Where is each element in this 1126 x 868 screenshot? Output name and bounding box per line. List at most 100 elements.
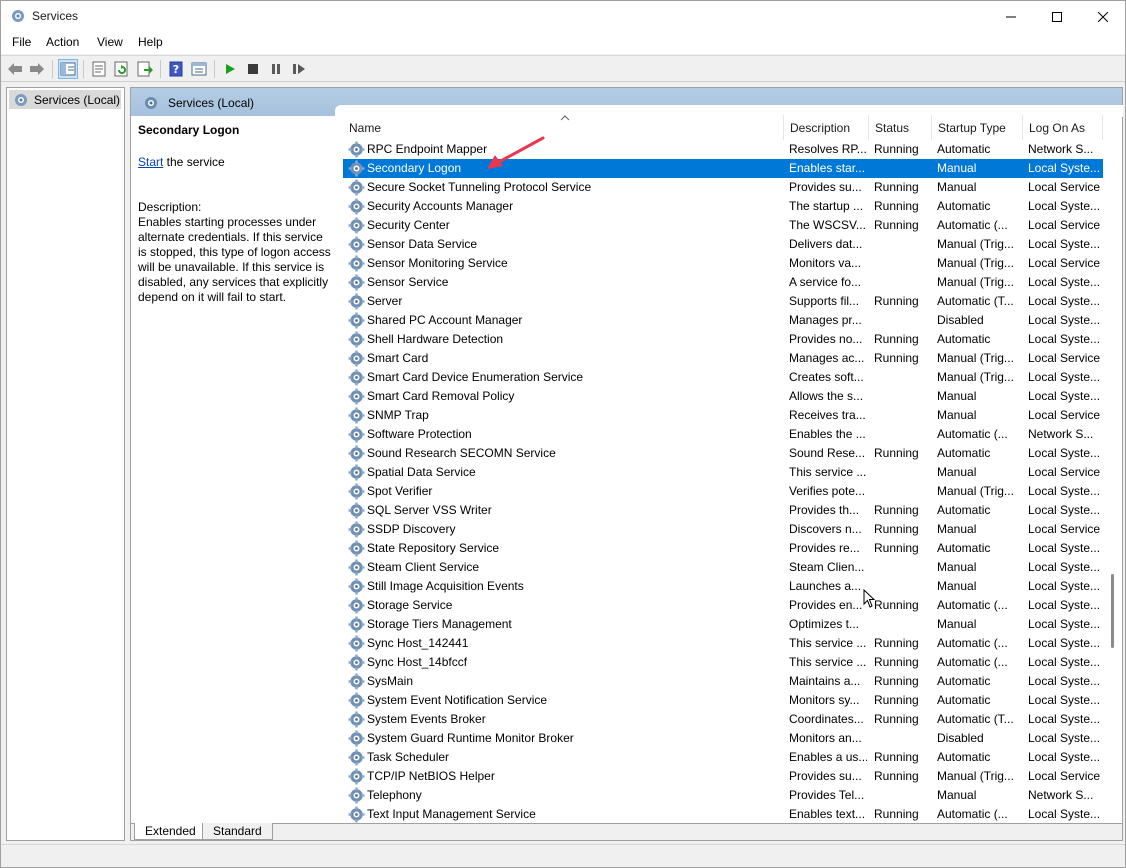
- stop-service-button[interactable]: [243, 59, 263, 79]
- menu-action[interactable]: Action: [46, 35, 79, 49]
- close-icon: [1098, 11, 1108, 22]
- service-status: Running: [874, 522, 919, 536]
- column-header-status[interactable]: Status: [869, 115, 932, 140]
- table-row[interactable]: Shared PC Account Manager Manages pr... Di…: [343, 311, 1103, 330]
- table-row[interactable]: System Event Notification Service Monitor…: [343, 691, 1103, 710]
- table-row[interactable]: Text Input Management Service Enables tex…: [343, 805, 1103, 823]
- back-button[interactable]: [5, 59, 25, 79]
- show-hide-console-tree-button[interactable]: [58, 59, 78, 79]
- column-header-name[interactable]: Name: [343, 115, 784, 140]
- table-row[interactable]: Sensor Service A service fo... Manual (Tri…: [343, 273, 1103, 292]
- menu-view[interactable]: View: [97, 35, 123, 49]
- service-gear-icon: [348, 350, 365, 367]
- service-description-cell: This service ...: [789, 465, 867, 479]
- service-log-on-as: Local Syste...: [1028, 484, 1101, 498]
- service-startup-type: Manual (Trig...: [937, 351, 1014, 365]
- service-name: TCP/IP NetBIOS Helper: [367, 769, 495, 783]
- service-log-on-as: Local Syste...: [1028, 370, 1101, 384]
- table-row[interactable]: Spatial Data Service This service ... Manu…: [343, 463, 1103, 482]
- action-suffix: the service: [163, 155, 225, 169]
- table-row[interactable]: Storage Service Provides en... Running Auto…: [343, 596, 1103, 615]
- title-bar[interactable]: Services: [1, 1, 1125, 32]
- tree-item-services-local[interactable]: Services (Local): [9, 90, 121, 109]
- service-description: Enables starting processes under alterna…: [138, 215, 331, 304]
- table-row[interactable]: Sensor Data Service Delivers dat... Manual…: [343, 235, 1103, 254]
- table-row[interactable]: System Events Broker Coordinates... Runnin…: [343, 710, 1103, 729]
- column-header-log-on-as[interactable]: Log On As: [1023, 115, 1103, 140]
- service-gear-icon: [348, 312, 365, 329]
- tab-extended[interactable]: Extended: [134, 823, 207, 840]
- refresh-icon: [114, 61, 128, 77]
- table-row[interactable]: Smart Card Device Enumeration Service Cre…: [343, 368, 1103, 387]
- service-gear-icon: [348, 616, 365, 633]
- table-row[interactable]: State Repository Service Provides re... Ru…: [343, 539, 1103, 558]
- close-button[interactable]: [1080, 1, 1126, 32]
- table-row[interactable]: RPC Endpoint Mapper Resolves RP... Running…: [343, 140, 1103, 159]
- vertical-scrollbar[interactable]: [1106, 116, 1120, 823]
- service-name: SSDP Discovery: [367, 522, 456, 536]
- table-row[interactable]: Shell Hardware Detection Provides no... Ru…: [343, 330, 1103, 349]
- service-gear-icon: [348, 255, 365, 272]
- tab-standard[interactable]: Standard: [202, 823, 273, 840]
- table-row[interactable]: TCP/IP NetBIOS Helper Provides su... Runni…: [343, 767, 1103, 786]
- service-description-cell: A service fo...: [789, 275, 862, 289]
- show-action-pane-button[interactable]: [189, 59, 209, 79]
- service-startup-type: Manual: [937, 465, 977, 479]
- properties-button[interactable]: [89, 59, 109, 79]
- service-log-on-as: Local Syste...: [1028, 636, 1101, 650]
- table-row[interactable]: Sound Research SECOMN Service Sound Rese.…: [343, 444, 1103, 463]
- start-service-link[interactable]: Start: [138, 155, 163, 169]
- maximize-button[interactable]: [1034, 1, 1080, 32]
- table-row[interactable]: SNMP Trap Receives tra... Manual Local Serv…: [343, 406, 1103, 425]
- table-row[interactable]: Smart Card Removal Policy Allows the s...…: [343, 387, 1103, 406]
- pause-service-button[interactable]: [266, 59, 286, 79]
- table-row[interactable]: SSDP Discovery Discovers n... Running Manua…: [343, 520, 1103, 539]
- table-row[interactable]: Spot Verifier Verifies pote... Manual (Tri…: [343, 482, 1103, 501]
- service-status: Running: [874, 503, 919, 517]
- service-name: SysMain: [367, 674, 414, 688]
- service-description-cell: Resolves RP...: [789, 142, 867, 156]
- forward-button[interactable]: [27, 59, 47, 79]
- refresh-button[interactable]: [112, 59, 132, 79]
- menu-help[interactable]: Help: [138, 35, 163, 49]
- table-row[interactable]: Smart Card Manages ac... Running Manual (Tr…: [343, 349, 1103, 368]
- table-row[interactable]: Still Image Acquisition Events Launches a…: [343, 577, 1103, 596]
- table-row[interactable]: Task Scheduler Enables a us... Running Auto…: [343, 748, 1103, 767]
- column-header-description[interactable]: Description: [784, 115, 869, 140]
- properties-icon: [92, 61, 106, 77]
- menu-file[interactable]: File: [12, 35, 31, 49]
- service-name: Text Input Management Service: [367, 807, 536, 821]
- service-description-cell: Monitors va...: [789, 256, 862, 270]
- service-gear-icon: [348, 806, 365, 823]
- show-action-pane-icon: [191, 62, 207, 76]
- table-row[interactable]: Software Protection Enables the ... Automa…: [343, 425, 1103, 444]
- table-row[interactable]: System Guard Runtime Monitor Broker Monit…: [343, 729, 1103, 748]
- table-row[interactable]: Server Supports fil... Running Automatic (T…: [343, 292, 1103, 311]
- minimize-button[interactable]: [988, 1, 1034, 32]
- service-status: Running: [874, 693, 919, 707]
- table-row[interactable]: SQL Server VSS Writer Provides th... Runni…: [343, 501, 1103, 520]
- table-row[interactable]: Security Center The WSCSV... Running Automa…: [343, 216, 1103, 235]
- table-row[interactable]: Sensor Monitoring Service Monitors va... M…: [343, 254, 1103, 273]
- export-list-button[interactable]: [135, 59, 155, 79]
- table-row[interactable]: Secure Socket Tunneling Protocol Service…: [343, 178, 1103, 197]
- help-button[interactable]: ?: [166, 59, 186, 79]
- service-status: Running: [874, 180, 919, 194]
- table-row[interactable]: SysMain Maintains a... Running Automatic Loc…: [343, 672, 1103, 691]
- table-row[interactable]: Security Accounts Manager The startup ...…: [343, 197, 1103, 216]
- table-row[interactable]: Telephony Provides Tel... Manual Network S.…: [343, 786, 1103, 805]
- column-header-startup-type[interactable]: Startup Type: [932, 115, 1023, 140]
- table-row-selected[interactable]: Secondary Logon Enables star... Manual Loca…: [343, 159, 1103, 178]
- pause-service-icon: [272, 64, 280, 74]
- table-row[interactable]: Steam Client Service Steam Clien... Manual…: [343, 558, 1103, 577]
- service-log-on-as: Local Syste...: [1028, 389, 1101, 403]
- table-row[interactable]: Sync Host_14bfccf This service ... Running…: [343, 653, 1103, 672]
- scrollbar-thumb[interactable]: [1111, 574, 1114, 648]
- resume-service-button[interactable]: [289, 59, 309, 79]
- service-startup-type: Manual: [937, 408, 977, 422]
- table-row[interactable]: Storage Tiers Management Optimizes t... Ma…: [343, 615, 1103, 634]
- table-row[interactable]: Sync Host_142441 This service ... Running A…: [343, 634, 1103, 653]
- start-service-button[interactable]: [220, 59, 240, 79]
- service-startup-type: Manual: [937, 180, 977, 194]
- service-name: System Events Broker: [367, 712, 486, 726]
